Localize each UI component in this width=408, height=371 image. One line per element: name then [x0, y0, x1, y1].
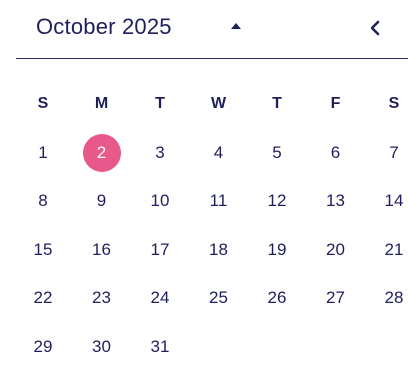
weekday-label: T [140, 95, 180, 113]
day-number: 25 [199, 288, 239, 308]
day-number: 23 [82, 288, 122, 308]
weekday-label: T [257, 95, 297, 113]
weekday-label: S [374, 95, 408, 113]
header-divider [16, 58, 408, 59]
weekday-label: M [82, 95, 122, 113]
day-number: 2 [83, 134, 121, 172]
day-cell[interactable]: 1 [32, 129, 91, 178]
day-number: 21 [374, 240, 408, 260]
day-number: 10 [140, 191, 180, 211]
day-number: 20 [316, 240, 356, 260]
day-number: 7 [374, 143, 408, 163]
chevron-left-icon [364, 16, 386, 40]
day-number: 27 [316, 288, 356, 308]
month-year-label[interactable]: October 2025 [36, 14, 172, 40]
day-number: 26 [257, 288, 297, 308]
weekday-label: S [23, 95, 63, 113]
calendar-header: October 2025 [0, 0, 408, 58]
day-number: 14 [374, 191, 408, 211]
day-number: 13 [316, 191, 356, 211]
day-cell[interactable]: 21 [383, 226, 408, 275]
day-cell[interactable]: 31 [149, 323, 208, 371]
day-number: 29 [23, 337, 63, 357]
day-number: 28 [374, 288, 408, 308]
day-number: 8 [23, 191, 63, 211]
day-cell[interactable]: 7 [383, 129, 408, 178]
day-number: 16 [82, 240, 122, 260]
day-number: 9 [82, 191, 122, 211]
day-cell[interactable]: 28 [383, 274, 408, 323]
day-number: 12 [257, 191, 297, 211]
day-number: 19 [257, 240, 297, 260]
weekday-label: F [316, 95, 356, 113]
day-number: 5 [257, 143, 297, 163]
day-number: 15 [23, 240, 63, 260]
weekday-saturday: S [383, 80, 408, 129]
day-number: 3 [140, 143, 180, 163]
day-number: 30 [82, 337, 122, 357]
day-number: 1 [23, 143, 63, 163]
day-number: 11 [199, 191, 239, 211]
previous-month-button[interactable] [364, 16, 386, 40]
calendar-grid: S M T W T F S 1 2 3 4 5 6 7 8 9 10 11 12… [32, 80, 408, 371]
caret-up-icon [226, 16, 246, 36]
day-number: 18 [199, 240, 239, 260]
day-number: 22 [23, 288, 63, 308]
weekday-label: W [199, 95, 239, 113]
month-picker-toggle[interactable] [226, 16, 246, 36]
day-number: 6 [316, 143, 356, 163]
day-number: 17 [140, 240, 180, 260]
day-number: 4 [199, 143, 239, 163]
day-number: 31 [140, 337, 180, 357]
day-cell[interactable]: 14 [383, 177, 408, 226]
day-number: 24 [140, 288, 180, 308]
